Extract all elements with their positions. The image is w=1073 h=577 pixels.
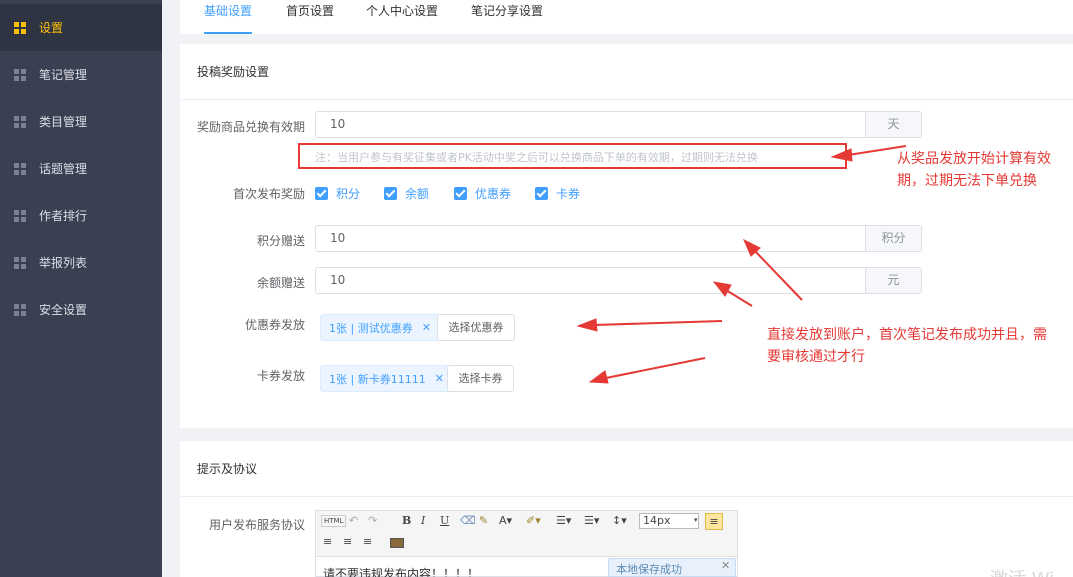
format-brush-icon[interactable]: ✎ xyxy=(479,514,488,527)
save-toast: 本地保存成功 xyxy=(608,558,736,577)
align-center-icon[interactable]: ≡ xyxy=(323,535,332,548)
font-color-icon[interactable]: A▾ xyxy=(499,514,512,527)
card-title: 提示及协议 xyxy=(180,441,1073,497)
html-source-button[interactable]: HTML xyxy=(321,515,347,527)
redo-icon[interactable]: ↷ xyxy=(368,514,377,527)
agreement-label: 用户发布服务协议 xyxy=(208,518,305,532)
arrow-head xyxy=(830,148,853,162)
italic-button[interactable]: I xyxy=(421,514,425,527)
undo-icon[interactable]: ↶ xyxy=(349,514,358,527)
align-right-icon[interactable]: ≡ xyxy=(343,535,352,548)
bold-button[interactable]: B xyxy=(402,514,411,527)
eraser-icon[interactable]: ⌫ xyxy=(460,514,476,527)
arrow-points xyxy=(753,249,803,301)
ordered-list-icon[interactable]: ☰▾ xyxy=(556,514,571,527)
arrow-head xyxy=(576,318,598,332)
arrow-card xyxy=(605,357,706,379)
chevron-down-icon[interactable]: ▾ xyxy=(694,513,702,529)
unordered-list-icon[interactable]: ☰▾ xyxy=(584,514,599,527)
editor-content[interactable]: 请不要违规发布内容！！！！ xyxy=(323,565,479,577)
background-color-icon[interactable]: ✐▾ xyxy=(526,514,541,527)
align-justify-icon[interactable]: ≡ xyxy=(363,535,372,548)
arrow-coupon xyxy=(593,320,723,326)
editor-toolbar: HTML ↶ ↷ B I U ⌫ ✎ A▾ ✐▾ ☰▾ ☰▾ ↕▾ 14px ▾… xyxy=(316,511,737,557)
align-left-icon[interactable]: ≡ xyxy=(705,513,723,530)
image-icon[interactable] xyxy=(390,538,404,548)
line-height-icon[interactable]: ↕▾ xyxy=(612,514,627,527)
underline-button[interactable]: U xyxy=(440,514,449,527)
arrow-validity xyxy=(847,145,907,156)
activation-watermark: 激活 Wi xyxy=(990,565,1054,577)
arrow-balance xyxy=(725,289,753,307)
close-icon[interactable]: ✕ xyxy=(721,559,730,572)
arrow-head xyxy=(588,370,609,384)
font-size-select[interactable]: 14px xyxy=(639,513,699,529)
arrow-head xyxy=(712,281,732,297)
